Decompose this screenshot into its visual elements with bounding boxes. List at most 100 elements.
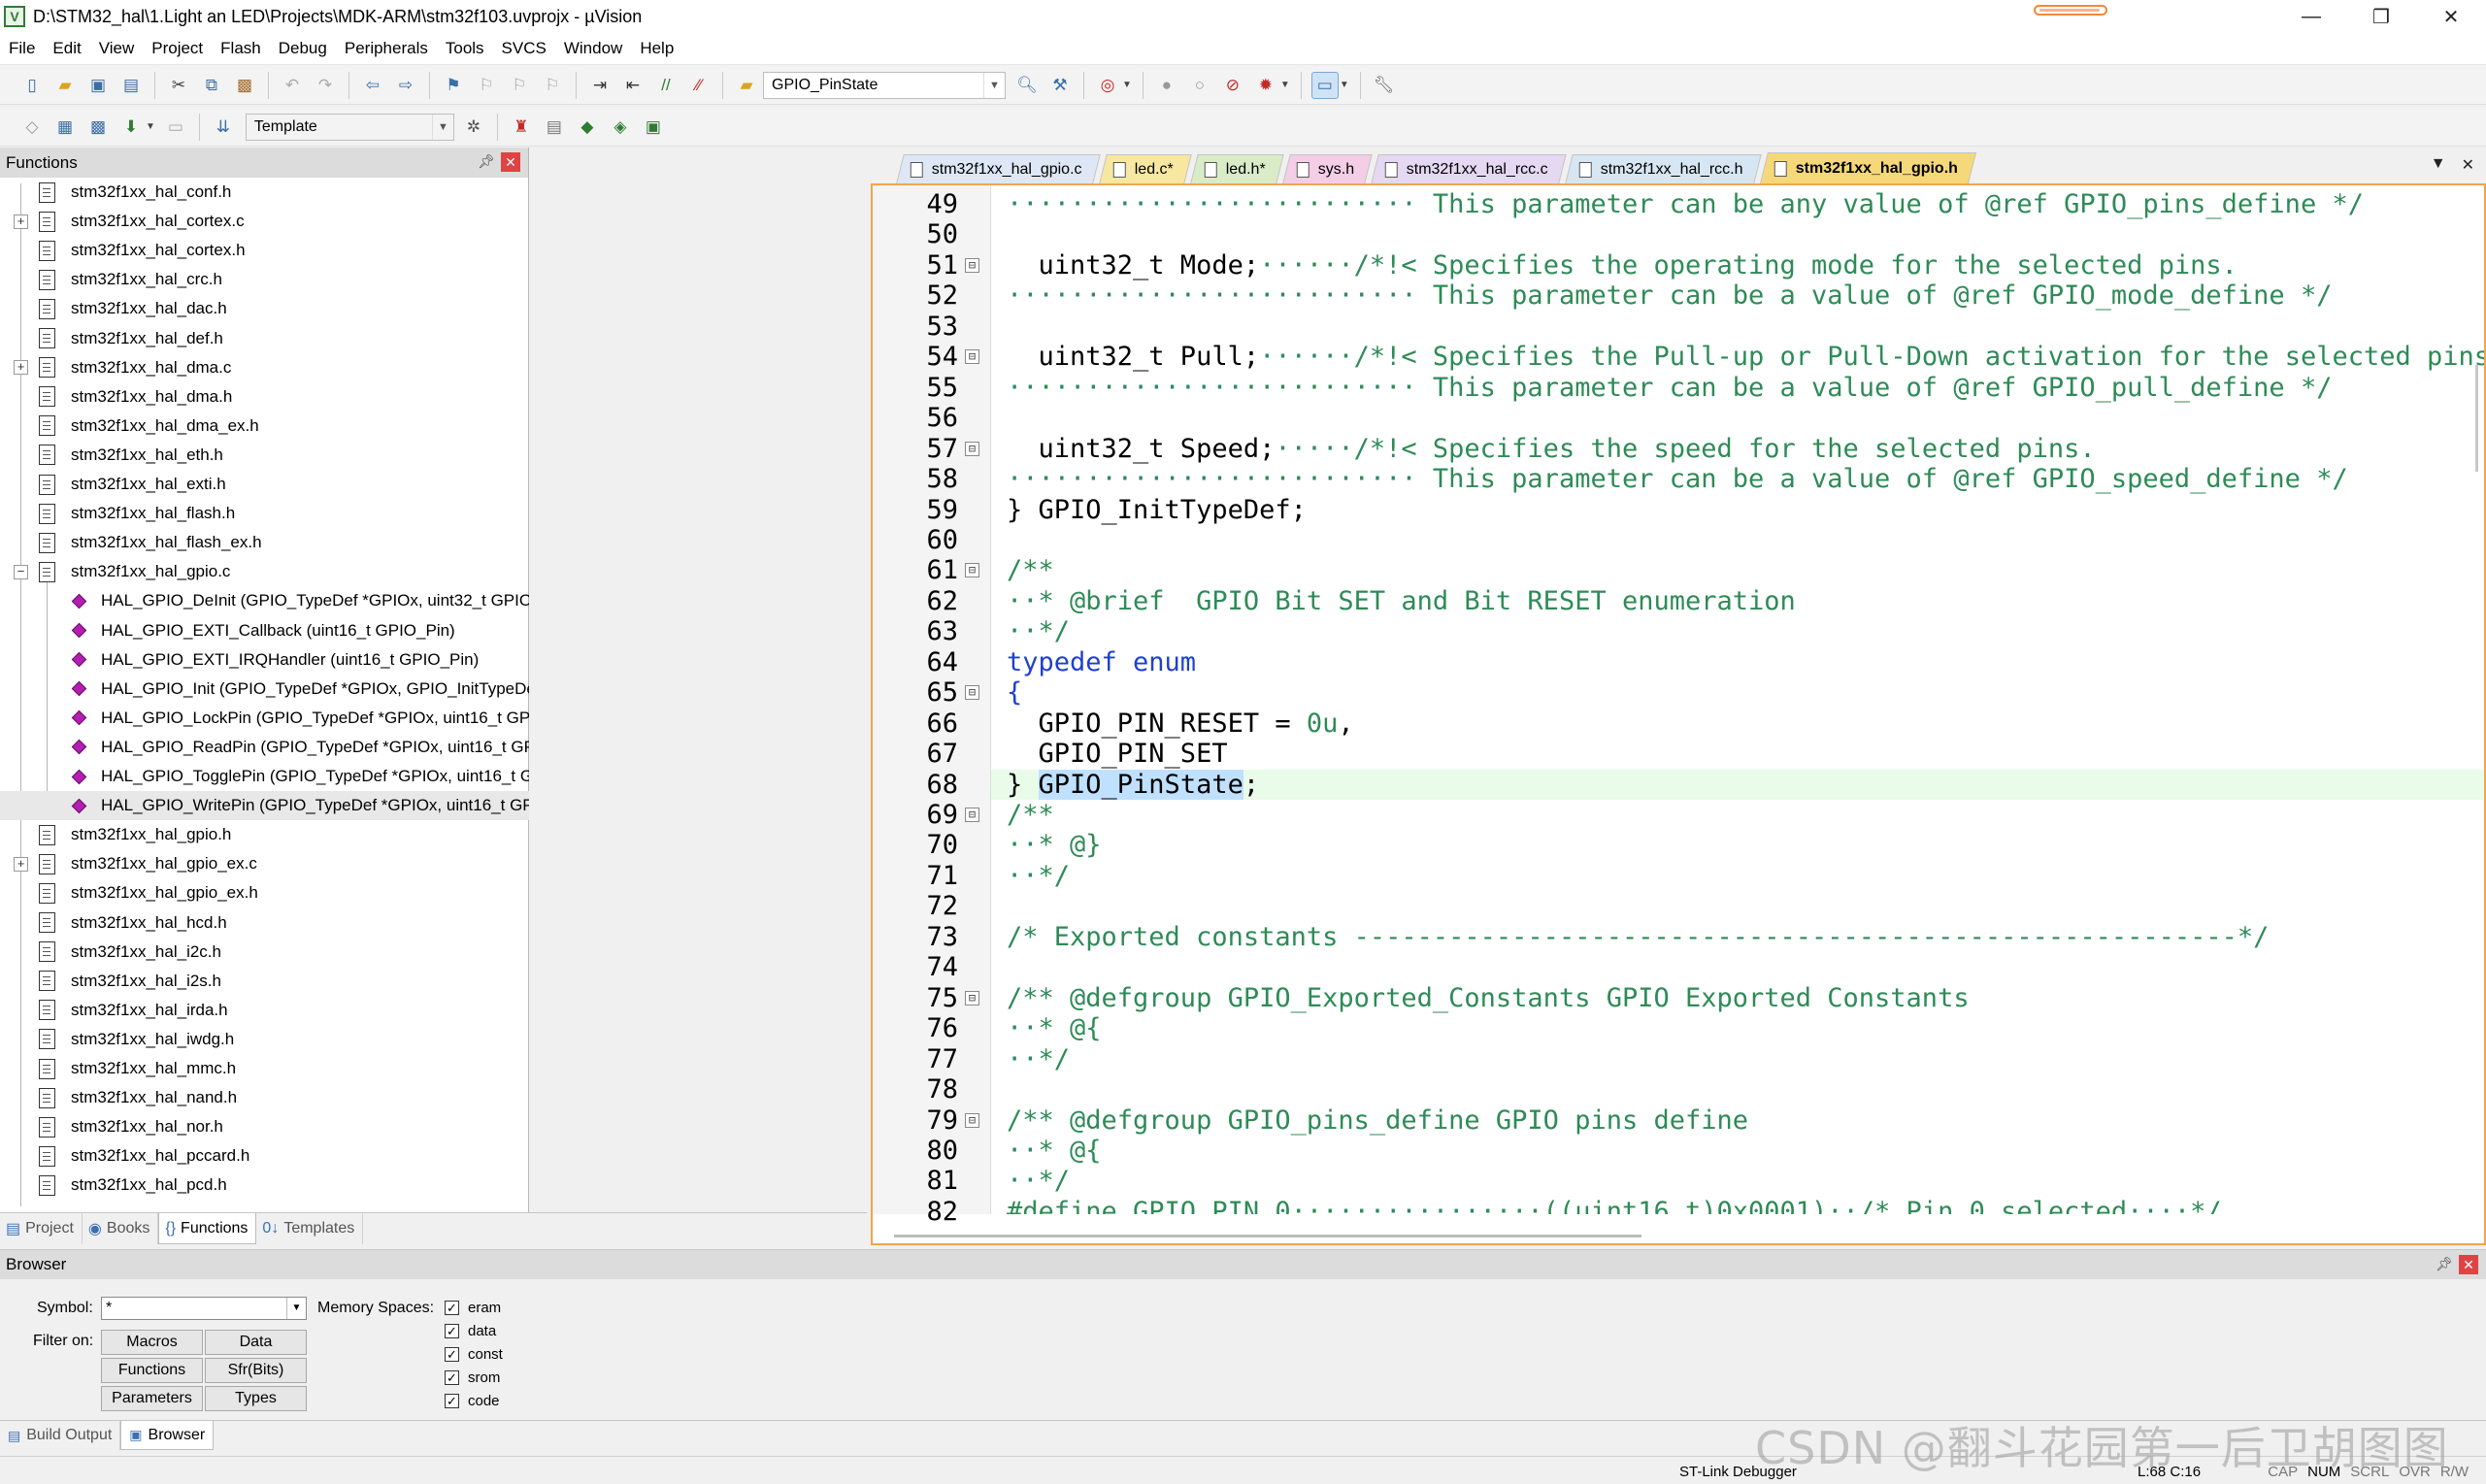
filter-parameters-button[interactable]: Parameters [101, 1386, 203, 1411]
editor-tab[interactable]: stm32f1xx_hal_rcc.h [1565, 154, 1762, 183]
code-line[interactable]: ··* @brief GPIO Bit SET and Bit RESET en… [991, 586, 2484, 616]
code-line[interactable]: ··* @} [991, 830, 2484, 860]
left-tab-project[interactable]: ▤ Project [0, 1213, 83, 1244]
file-item[interactable]: + stm32f1xx_hal_dma.c [0, 353, 529, 382]
function-item[interactable]: HAL_GPIO_WritePin (GPIO_TypeDef *GPIOx, … [0, 791, 529, 821]
left-tab-templates[interactable]: 0↓ Templates [256, 1213, 364, 1244]
download-icon[interactable]: ⇊ [210, 114, 237, 141]
file-item[interactable]: stm32f1xx_hal_exti.h [0, 470, 529, 499]
horizontal-scrollbar[interactable] [894, 1235, 1641, 1237]
fold-toggle-icon[interactable]: ⊟ [965, 563, 979, 578]
function-item[interactable]: HAL_GPIO_EXTI_Callback (uint16_t GPIO_Pi… [0, 616, 529, 645]
file-item[interactable]: stm32f1xx_hal_gpio.h [0, 820, 529, 849]
file-item[interactable]: stm32f1xx_hal_def.h [0, 324, 529, 353]
filter-macros-button[interactable]: Macros [101, 1330, 203, 1355]
uncomment-icon[interactable]: ⁄⁄ [685, 72, 713, 99]
file-item[interactable]: stm32f1xx_hal_nand.h [0, 1083, 529, 1112]
incremental-find-icon[interactable]: ⚒ [1046, 72, 1074, 99]
target-combo[interactable]: Template ▼ [245, 113, 454, 141]
editor-tab[interactable]: stm32f1xx_hal_gpio.c [896, 154, 1101, 183]
bookmark-clear-icon[interactable]: ⚐ [539, 72, 566, 99]
left-tab-functions[interactable]: {} Functions [158, 1213, 257, 1244]
pin-icon[interactable]: 📌︎ [2436, 1256, 2453, 1272]
code-line[interactable]: ··* @{ [991, 1136, 2484, 1166]
fold-toggle-icon[interactable]: ⊟ [965, 349, 979, 365]
function-item[interactable]: HAL_GPIO_DeInit (GPIO_TypeDef *GPIOx, ui… [0, 586, 529, 615]
code-line[interactable] [991, 403, 2484, 433]
chevron-down-icon[interactable]: ▼ [146, 121, 155, 132]
menu-help[interactable]: Help [631, 39, 682, 58]
build-icon[interactable]: ▦ [51, 114, 79, 141]
find-icon[interactable]: 🔍︎ [1013, 72, 1041, 99]
code-line[interactable] [991, 525, 2484, 555]
menu-edit[interactable]: Edit [44, 39, 89, 58]
code-line[interactable]: } GPIO_PinState; [991, 769, 2484, 800]
debug-session-icon[interactable]: ◎ [1094, 72, 1121, 99]
symbol-input[interactable]: * ▼ [101, 1297, 307, 1320]
memory-data-checkbox[interactable]: ✓ data [445, 1319, 496, 1342]
find-in-files-icon[interactable]: ▰ [733, 72, 760, 99]
open-file-icon[interactable]: ▰ [51, 72, 79, 99]
file-item[interactable]: stm32f1xx_hal_gpio_ex.h [0, 878, 529, 907]
expand-icon[interactable]: + [14, 360, 28, 376]
close-tab-icon[interactable]: ✕ [2462, 155, 2474, 175]
editor-tab[interactable]: led.h* [1190, 154, 1284, 183]
memory-code-checkbox[interactable]: ✓ code [445, 1389, 500, 1412]
fold-toggle-icon[interactable]: ⊟ [965, 441, 979, 456]
function-item[interactable]: HAL_GPIO_ReadPin (GPIO_TypeDef *GPIOx, u… [0, 733, 529, 762]
collapse-icon[interactable]: − [14, 564, 28, 579]
save-all-icon[interactable]: ▤ [117, 72, 145, 99]
code-line[interactable]: ·························· This paramete… [991, 373, 2484, 403]
file-item[interactable]: stm32f1xx_hal_i2s.h [0, 967, 529, 996]
navigate-forward-icon[interactable]: ⇨ [392, 72, 419, 99]
file-item[interactable]: stm32f1xx_hal_dma_ex.h [0, 412, 529, 441]
code-line[interactable]: ··*/ [991, 861, 2484, 891]
code-line[interactable]: ··*/ [991, 616, 2484, 646]
close-button[interactable]: ✕ [2416, 0, 2486, 33]
fold-toggle-icon[interactable]: ⊟ [965, 990, 979, 1006]
new-file-icon[interactable]: ▯ [18, 72, 46, 99]
function-item[interactable]: HAL_GPIO_LockPin (GPIO_TypeDef *GPIOx, u… [0, 704, 529, 733]
file-item[interactable]: stm32f1xx_hal_cortex.h [0, 236, 529, 265]
filter-types-button[interactable]: Types [205, 1386, 307, 1411]
navigate-back-icon[interactable]: ⇦ [359, 72, 386, 99]
close-panel-icon[interactable]: ✕ [501, 152, 520, 172]
enable-breakpoint-icon[interactable]: ○ [1186, 72, 1213, 99]
indent-icon[interactable]: ⇥ [586, 72, 613, 99]
code-line[interactable]: /** @defgroup GPIO_pins_define GPIO pins… [991, 1105, 2484, 1136]
unindent-icon[interactable]: ⇤ [619, 72, 646, 99]
menu-flash[interactable]: Flash [212, 39, 270, 58]
batch-build-icon[interactable]: ⬇ [117, 114, 145, 141]
file-item[interactable]: stm32f1xx_hal_eth.h [0, 441, 529, 470]
copy-icon[interactable]: ⧉ [198, 72, 225, 99]
code-line[interactable]: ··*/ [991, 1166, 2484, 1196]
manage-project-items-icon[interactable]: ♜ [508, 114, 535, 141]
file-item[interactable]: stm32f1xx_hal_irda.h [0, 996, 529, 1025]
code-line[interactable]: GPIO_PIN_RESET = 0u, [991, 709, 2484, 739]
file-item[interactable]: + stm32f1xx_hal_gpio_ex.c [0, 849, 529, 878]
code-line[interactable]: ·························· This paramete… [991, 464, 2484, 494]
file-extensions-icon[interactable]: ▤ [541, 114, 568, 141]
undo-icon[interactable]: ↶ [279, 72, 306, 99]
kill-breakpoints-icon[interactable]: ✹ [1252, 72, 1279, 99]
chevron-down-icon[interactable]: ▼ [1280, 80, 1290, 90]
file-item[interactable]: stm32f1xx_hal_mmc.h [0, 1054, 529, 1083]
fold-toggle-icon[interactable]: ⊟ [965, 1112, 979, 1128]
expand-icon[interactable]: + [14, 856, 28, 872]
code-line[interactable]: /** [991, 555, 2484, 585]
filter-data-button[interactable]: Data [205, 1330, 307, 1355]
menu-project[interactable]: Project [143, 39, 212, 58]
stop-build-icon[interactable]: ▭ [162, 114, 189, 141]
code-line[interactable] [991, 952, 2484, 982]
code-line[interactable]: uint32_t Pull;······/*!< Specifies the P… [991, 342, 2485, 372]
code-line[interactable]: GPIO_PIN_SET [991, 739, 2484, 769]
rebuild-icon[interactable]: ▩ [84, 114, 112, 141]
fold-toggle-icon[interactable]: ⊟ [965, 257, 979, 273]
target-options-icon[interactable]: ✲ [460, 114, 487, 141]
code-area[interactable]: ·························· This paramete… [991, 185, 2485, 1214]
chevron-down-icon[interactable]: ▼ [431, 114, 453, 140]
tab-list-dropdown-icon[interactable]: ▼ [2431, 155, 2446, 175]
file-item[interactable]: stm32f1xx_hal_dac.h [0, 294, 529, 323]
chevron-down-icon[interactable]: ▼ [286, 1298, 306, 1319]
bottom-tab-browser[interactable]: ▣ Browser [120, 1421, 215, 1450]
